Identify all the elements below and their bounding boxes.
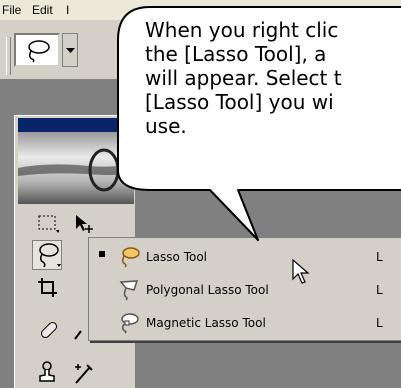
callout-line: When you right clic [145,18,339,42]
callout-text: When you right clic the [Lasso Tool], a … [145,18,401,138]
callout-line: will appear. Select t [145,66,342,90]
callout-line: [Lasso Tool] you wi [145,90,334,114]
callout-line: use. [145,114,187,138]
callout-line: the [Lasso Tool], a [145,42,327,66]
